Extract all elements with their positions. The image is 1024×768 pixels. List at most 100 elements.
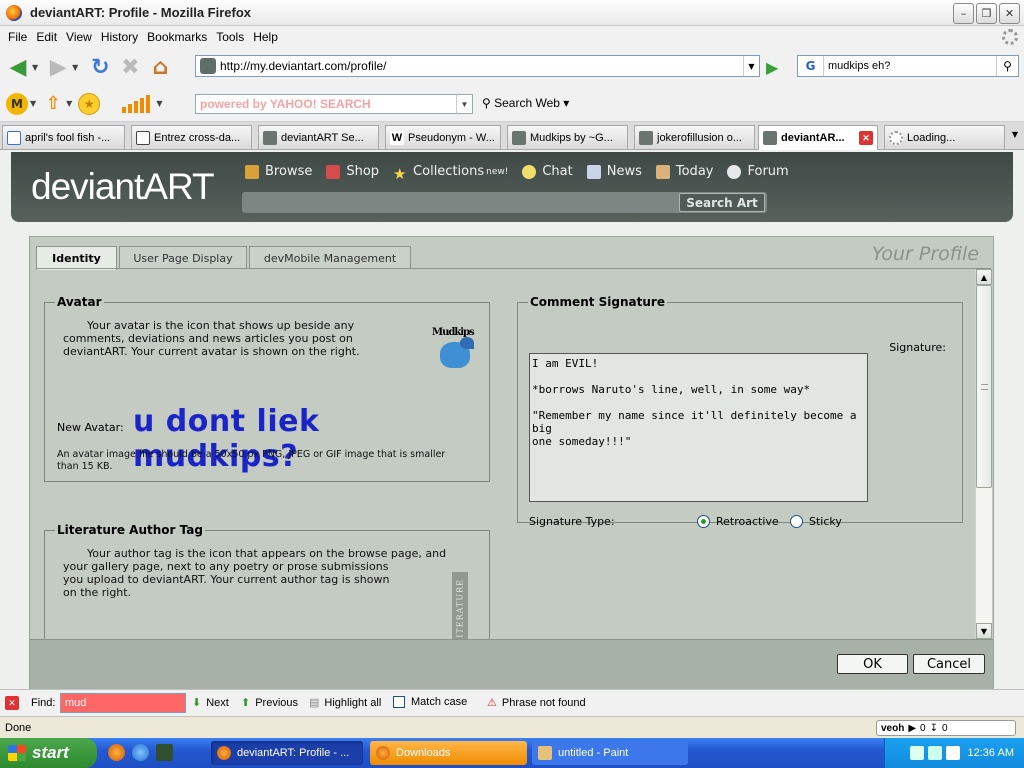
highlight-all-button[interactable]: ▤ Highlight all [309, 696, 381, 710]
tab-user-page-display[interactable]: User Page Display [119, 246, 247, 269]
loading-spinner-icon [889, 130, 903, 145]
tray-icon[interactable] [909, 746, 924, 760]
radio-sticky[interactable]: Sticky [790, 515, 842, 528]
tab-mudkips[interactable]: Mudkips by ~G... [507, 125, 628, 149]
star-icon[interactable]: ★ [78, 92, 101, 115]
menu-help[interactable]: Help [253, 30, 278, 44]
panel-scrollbar[interactable]: ▲ ▼ [975, 269, 992, 639]
menu-bookmarks[interactable]: Bookmarks [147, 30, 207, 44]
home-icon[interactable]: ⌂ [148, 55, 172, 80]
deviantart-favicon-icon [512, 130, 526, 145]
tab-devmobile-management[interactable]: devMobile Management [249, 246, 411, 269]
panel-title: Your Profile [871, 243, 979, 265]
new-avatar-input[interactable]: u dont liek mudkips? [133, 404, 489, 474]
url-bar[interactable]: http://my.deviantart.com/profile/ ▼ [195, 55, 760, 77]
show-desktop-icon[interactable] [156, 744, 173, 761]
signature-textarea[interactable]: I am EVIL! *borrows Naruto's line, well,… [529, 353, 868, 502]
browse-icon [245, 164, 259, 179]
yahoo-search-dropdown-icon[interactable]: ▼ [456, 95, 472, 113]
start-button[interactable]: start [0, 738, 97, 768]
menu-tools[interactable]: Tools [216, 30, 244, 44]
close-button[interactable]: ✕ [999, 3, 1020, 24]
close-find-icon[interactable]: ✕ [5, 696, 19, 710]
url-text[interactable]: http://my.deviantart.com/profile/ [220, 59, 387, 73]
nav-chat[interactable]: Chat [522, 164, 573, 179]
match-case-checkbox[interactable]: Match case [393, 696, 467, 708]
yahoo-m-dropdown-icon[interactable]: ▼ [30, 99, 36, 108]
search-icon[interactable]: ⚲ [996, 56, 1018, 76]
task-firefox[interactable]: deviantART: Profile - ... [211, 741, 363, 765]
search-art-button[interactable]: Search Art [679, 193, 765, 212]
panel-footer: OK Cancel [30, 639, 993, 689]
menu-history[interactable]: History [101, 30, 138, 44]
tab-identity[interactable]: Identity [36, 246, 117, 270]
nav-forum[interactable]: Forum [727, 164, 789, 179]
signature-type-label: Signature Type: [529, 515, 615, 528]
tab-loading[interactable]: Loading... [884, 125, 1005, 149]
nav-news[interactable]: News [586, 164, 642, 179]
stop-icon[interactable]: ✖ [118, 55, 142, 80]
nav-collections[interactable]: ★ Collections new! [393, 164, 508, 183]
tab-list-dropdown-icon[interactable]: ▼ [1012, 130, 1018, 139]
tab-deviantart-profile[interactable]: deviantAR... ✕ [758, 125, 878, 150]
deviantart-search-input[interactable]: Search Art [242, 192, 767, 213]
page-viewport: deviantART Browse Shop ★ Collections new! … [0, 150, 1024, 689]
task-paint[interactable]: untitled - Paint [532, 741, 688, 765]
site-favicon-icon [200, 58, 216, 74]
yahoo-search-input[interactable]: powered by YAHOO! SEARCH ▼ [195, 94, 473, 114]
restore-button[interactable]: ❐ [976, 3, 997, 24]
bars-dropdown-icon[interactable]: ▼ [156, 99, 162, 108]
back-arrow-icon[interactable]: ◀ [6, 55, 30, 80]
close-tab-icon[interactable]: ✕ [859, 131, 873, 145]
up-arrow-icon[interactable]: ⇧ [42, 93, 64, 115]
scroll-thumb[interactable] [976, 285, 992, 488]
tray-volume-icon[interactable] [945, 746, 960, 760]
task-downloads[interactable]: Downloads [370, 741, 527, 765]
ok-button[interactable]: OK [837, 654, 908, 674]
search-input[interactable]: mudkips eh? [828, 60, 890, 72]
tray-network-icon[interactable] [927, 746, 942, 760]
up-arrow-dropdown-icon[interactable]: ▼ [66, 99, 72, 108]
signal-bars-icon[interactable] [122, 94, 151, 113]
minimize-button[interactable]: – [953, 3, 974, 24]
tab-jokerofillusion[interactable]: jokerofillusion o... [634, 125, 755, 149]
deviantart-logo[interactable]: deviantART [31, 166, 215, 208]
tab-entrez[interactable]: Entrez cross-da... [131, 125, 252, 149]
veoh-logo: veoh [881, 722, 905, 734]
tab-deviantart-search[interactable]: deviantART Se... [258, 125, 379, 149]
radio-button[interactable] [790, 515, 803, 528]
forward-arrow-icon[interactable]: ▶ [46, 55, 70, 80]
menu-file[interactable]: File [8, 30, 27, 44]
search-box[interactable]: G mudkips eh? ⚲ [797, 55, 1019, 77]
nav-browse[interactable]: Browse [245, 164, 312, 179]
yahoo-m-icon[interactable]: M [6, 92, 28, 115]
radio-retroactive[interactable]: Retroactive [697, 515, 779, 528]
scroll-down-icon[interactable]: ▼ [976, 623, 992, 639]
internet-explorer-icon[interactable] [132, 744, 149, 761]
radio-button-selected[interactable] [697, 515, 710, 528]
scroll-up-icon[interactable]: ▲ [976, 269, 992, 285]
tab-april-fool-fish[interactable]: april's fool fish -... [2, 125, 125, 149]
veoh-play-icon: ▶ [908, 722, 917, 734]
cancel-button[interactable]: Cancel [913, 654, 985, 674]
checkbox[interactable] [393, 696, 405, 708]
nav-shop[interactable]: Shop [326, 164, 379, 179]
veoh-addon[interactable]: veoh ▶ 0 ↧ 0 [876, 720, 1016, 736]
firefox-quicklaunch-icon[interactable] [108, 744, 125, 761]
search-web-button[interactable]: ⚲ Search Web ▾ [482, 96, 569, 110]
find-previous-button[interactable]: ⬆ Previous [241, 696, 298, 710]
back-history-dropdown-icon[interactable]: ▼ [32, 63, 38, 72]
find-next-button[interactable]: ⬇ Next [192, 696, 229, 710]
menu-bar: File Edit View History Bookmarks Tools H… [0, 26, 1024, 48]
go-arrow-icon[interactable]: ▶ [766, 58, 778, 77]
forward-history-dropdown-icon[interactable]: ▼ [72, 63, 78, 72]
tab-pseudonym[interactable]: W Pseudonym - W... [385, 125, 501, 149]
nav-today[interactable]: Today [655, 164, 713, 179]
menu-edit[interactable]: Edit [36, 30, 57, 44]
reload-icon[interactable]: ↻ [88, 55, 112, 80]
menu-view[interactable]: View [66, 30, 92, 44]
find-input[interactable]: mud [60, 693, 186, 713]
url-dropdown-icon[interactable]: ▼ [743, 56, 759, 76]
search-engine-icon[interactable]: G [798, 56, 824, 76]
avatar-intro-1: Your avatar is the icon that shows up be… [87, 319, 355, 332]
